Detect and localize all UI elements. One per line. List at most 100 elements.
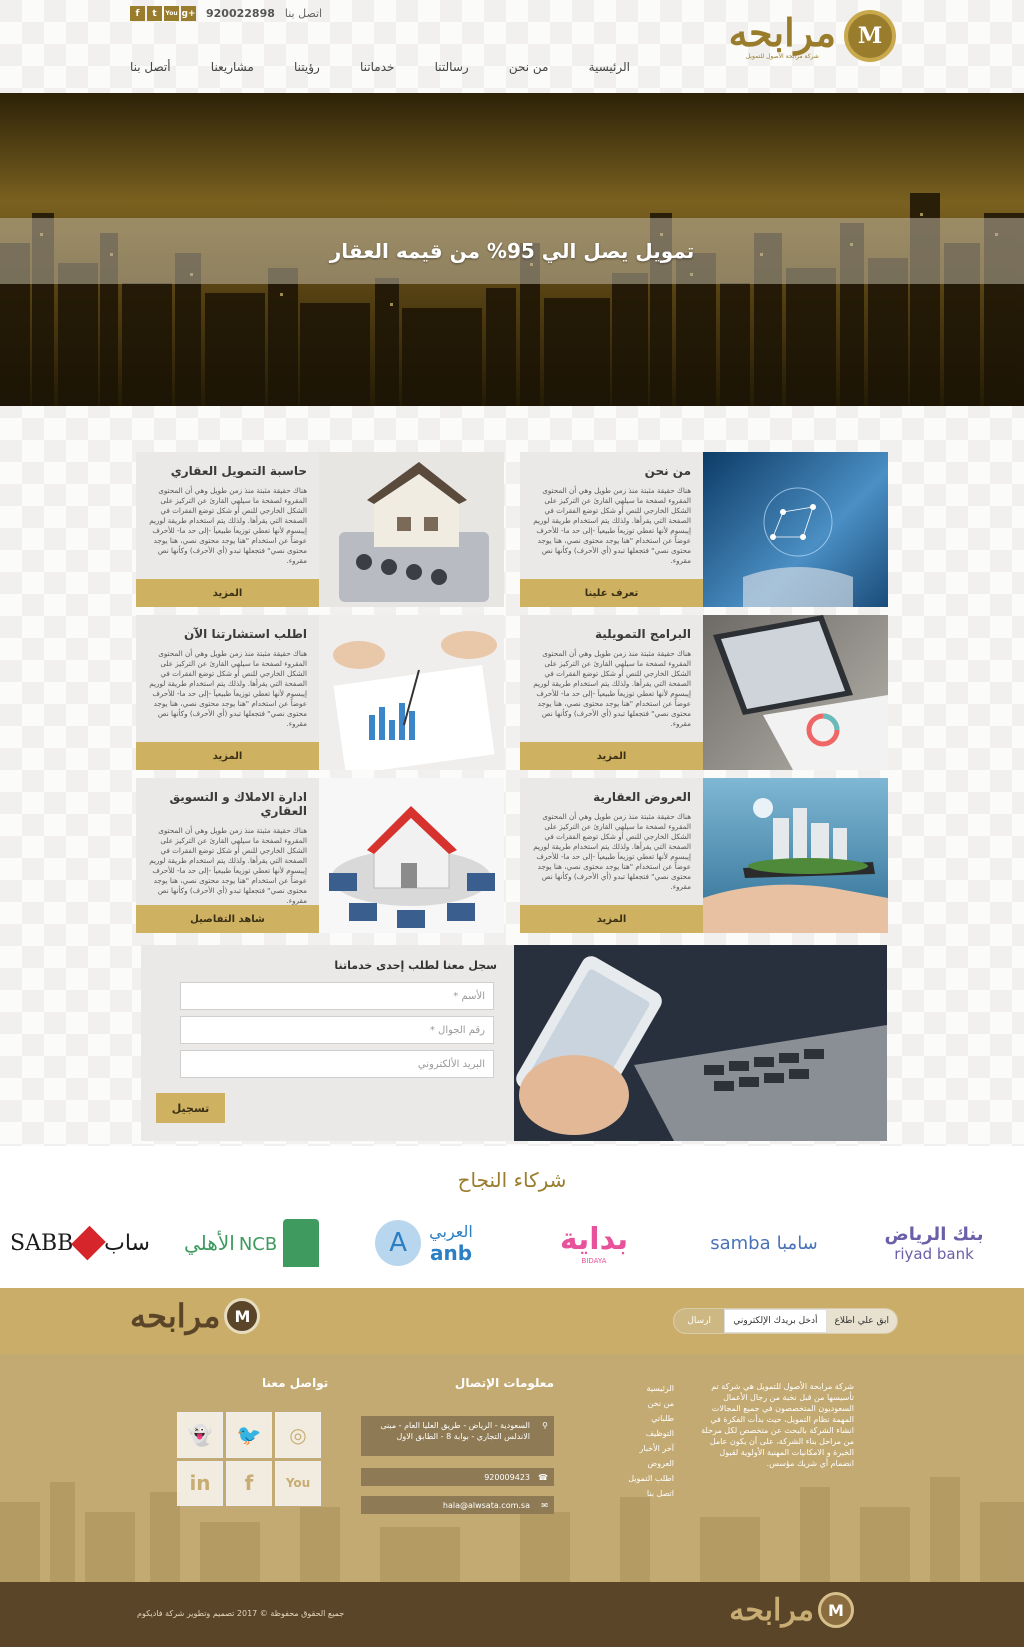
partner-logo-anb[interactable]: العربي anb A bbox=[364, 1212, 484, 1274]
site-header: مرابحه شركة مرابحة الأصول للتمويل M f t … bbox=[0, 0, 1024, 93]
card-title: البرامج التمويلية bbox=[594, 627, 691, 641]
twitter-icon[interactable]: 🐦 bbox=[226, 1412, 272, 1458]
card-button[interactable]: تعرف علينا bbox=[520, 579, 703, 607]
footer-link[interactable]: العروض bbox=[614, 1456, 674, 1471]
card-text: هناك حقيقة مثبتة منذ زمن طويل وهي أن الم… bbox=[533, 812, 691, 891]
newsletter-email-input[interactable]: أدخل بريدك الإلكتروني bbox=[724, 1309, 827, 1333]
footer-link[interactable]: آخر الأخبار bbox=[614, 1441, 674, 1456]
contact-info-title: معلومات الإتصال bbox=[454, 1376, 554, 1390]
location-icon: ⚲ bbox=[542, 1421, 548, 1430]
card-button[interactable]: المزيد bbox=[520, 742, 703, 770]
nav-item-vision[interactable]: رؤيتنا bbox=[294, 60, 320, 74]
email-input[interactable]: البريد الألكتروني bbox=[180, 1050, 494, 1078]
logo-mark-icon: M bbox=[844, 10, 896, 62]
logo-mark-icon: M bbox=[224, 1298, 261, 1334]
footer-link[interactable]: التوظيف bbox=[614, 1426, 674, 1441]
sabb-emblem-icon bbox=[71, 1225, 106, 1261]
youtube-icon[interactable]: You bbox=[275, 1460, 321, 1506]
copyright-bar: جميع الحقوق محفوظة © 2017 تصميم وتطوير ش… bbox=[0, 1582, 1024, 1647]
ncb-emblem-icon bbox=[283, 1219, 319, 1267]
newsletter-form: ابق علي اطلاع أدخل بريدك الإلكتروني ارسا… bbox=[673, 1308, 898, 1334]
card-title: العروض العقارية bbox=[593, 790, 691, 804]
card-text: هناك حقيقة مثبتة منذ زمن طويل وهي أن الم… bbox=[533, 486, 691, 565]
name-input[interactable]: الأسم * bbox=[180, 982, 494, 1010]
main-nav: الرئيسية من نحن رسالتنا خدماتنا رؤيتنا م… bbox=[130, 60, 630, 74]
card-text: هناك حقيقة مثبتة منذ زمن طويل وهي أن الم… bbox=[149, 486, 307, 565]
newsletter-send-button[interactable]: ارسال bbox=[674, 1309, 725, 1333]
nav-item-contact[interactable]: أتصل بنا bbox=[130, 60, 171, 74]
partner-logo-sabb[interactable]: SABB ساب bbox=[10, 1212, 150, 1274]
logo-tagline: شركة مرابحة الأصول للتمويل bbox=[745, 52, 819, 60]
card-image-meeting-documents bbox=[319, 615, 504, 770]
mobile-input[interactable]: رقم الجوال * bbox=[180, 1016, 494, 1044]
partners-section: شركاء النجاح بنك الرياض riyad bank سامبا… bbox=[0, 1146, 1024, 1288]
contact-address: ⚲ السعودية - الرياض - طريق العليا العام … bbox=[361, 1416, 554, 1456]
site-logo[interactable]: مرابحه شركة مرابحة الأصول للتمويل M bbox=[729, 10, 896, 62]
footer-link[interactable]: طلباتي bbox=[614, 1411, 674, 1426]
footer-link[interactable]: اتصل بنا bbox=[614, 1486, 674, 1501]
snapchat-icon[interactable]: 👻 bbox=[177, 1412, 223, 1458]
partner-logo-bidaya[interactable]: بداية BIDAYA bbox=[539, 1212, 649, 1274]
nav-item-home[interactable]: الرئيسية bbox=[589, 60, 630, 74]
facebook-icon[interactable]: f bbox=[226, 1460, 272, 1506]
facebook-icon[interactable]: f bbox=[130, 6, 145, 21]
form-image-phone-laptop bbox=[514, 945, 887, 1141]
card-image-house-laptops bbox=[319, 778, 504, 933]
card-button[interactable]: المزيد bbox=[520, 905, 703, 933]
header-social-icons: f t You g+ bbox=[130, 6, 196, 21]
envelope-icon: ✉ bbox=[541, 1501, 548, 1510]
footer-social-grid: 👻 🐦 ◎ in f You bbox=[177, 1412, 321, 1506]
partner-logo-riyad-bank[interactable]: بنك الرياض riyad bank bbox=[864, 1212, 1004, 1274]
googleplus-icon[interactable]: g+ bbox=[181, 6, 196, 21]
card-image-network bbox=[703, 452, 888, 607]
linkedin-icon[interactable]: in bbox=[177, 1460, 223, 1506]
partners-title: شركاء النجاح bbox=[457, 1168, 567, 1192]
partner-logo-ncb[interactable]: الأهلي NCB bbox=[184, 1212, 319, 1274]
top-contact-bar: f t You g+ 920022898 اتصل بنا bbox=[130, 6, 322, 21]
twitter-icon[interactable]: t bbox=[147, 6, 162, 21]
footer-link[interactable]: اطلب التمويل bbox=[614, 1471, 674, 1486]
register-button[interactable]: تسجيل bbox=[156, 1093, 225, 1123]
card-title: اطلب استشارتنا الآن bbox=[183, 627, 307, 641]
nav-item-projects[interactable]: مشاريعنا bbox=[211, 60, 254, 74]
card-title: من نحن bbox=[644, 464, 691, 478]
hero-caption-band: تمويل يصل الي 95% من قيمه العقار bbox=[0, 218, 1024, 284]
services-section: من نحن هناك حقيقة مثبتة منذ زمن طويل وهي… bbox=[0, 406, 1024, 1146]
card-button[interactable]: المزيد bbox=[136, 579, 319, 607]
bottom-logo[interactable]: مرابحه M bbox=[729, 1592, 854, 1628]
footer-logo[interactable]: مرابحه M bbox=[130, 1297, 261, 1335]
service-card-offers: العروض العقارية هناك حقيقة مثبتة منذ زمن… bbox=[520, 778, 888, 933]
nav-item-mission[interactable]: رسالتنا bbox=[435, 60, 469, 74]
copyright-text: جميع الحقوق محفوظة © 2017 تصميم وتطوير ش… bbox=[137, 1609, 345, 1618]
social-title: تواصل معنا bbox=[262, 1376, 329, 1390]
footer-links: الرئيسية من نحن طلباتي التوظيف آخر الأخب… bbox=[614, 1381, 674, 1501]
service-card-about: من نحن هناك حقيقة مثبتة منذ زمن طويل وهي… bbox=[520, 452, 888, 607]
nav-item-about[interactable]: من نحن bbox=[509, 60, 549, 74]
service-card-calculator: حاسبة التمويل العقاري هناك حقيقة مثبتة م… bbox=[136, 452, 504, 607]
footer-link[interactable]: من نحن bbox=[614, 1396, 674, 1411]
instagram-icon[interactable]: ◎ bbox=[275, 1412, 321, 1458]
nav-item-services[interactable]: خدماتنا bbox=[360, 60, 394, 74]
card-image-laptop-charts bbox=[703, 615, 888, 770]
card-title: ادارة الاملاك و التسويق العقاري bbox=[169, 790, 307, 818]
card-text: هناك حقيقة مثبتة منذ زمن طويل وهي أن الم… bbox=[533, 649, 691, 728]
contact-email[interactable]: ✉ hala@alwsata.com.sa bbox=[361, 1496, 554, 1514]
contact-phone[interactable]: ☎ 920009423 bbox=[361, 1468, 554, 1486]
card-image-house-calculator bbox=[319, 452, 504, 607]
partner-logo-samba[interactable]: سامبا samba bbox=[699, 1212, 829, 1274]
header-phone[interactable]: 920022898 bbox=[206, 7, 275, 20]
logo-text: مرابحه bbox=[728, 9, 836, 55]
service-card-consultation: اطلب استشارتنا الآن هناك حقيقة مثبتة منذ… bbox=[136, 615, 504, 770]
site-footer: شركة مرابحة الأصول للتمويل هي شركة تم تأ… bbox=[0, 1354, 1024, 1582]
newsletter-label: ابق علي اطلاع bbox=[834, 1316, 890, 1326]
footer-about-text: شركة مرابحة الأصول للتمويل هي شركة تم تأ… bbox=[701, 1382, 854, 1468]
card-button[interactable]: المزيد bbox=[136, 742, 319, 770]
service-card-programs: البرامج التمويلية هناك حقيقة مثبتة منذ ز… bbox=[520, 615, 888, 770]
header-contact-label: اتصل بنا bbox=[284, 7, 323, 20]
card-title: حاسبة التمويل العقاري bbox=[170, 464, 307, 478]
card-button[interactable]: شاهد التفاصيل bbox=[136, 905, 319, 933]
youtube-icon[interactable]: You bbox=[164, 6, 179, 21]
phone-icon: ☎ bbox=[538, 1473, 548, 1482]
logo-mark-icon: M bbox=[818, 1592, 854, 1628]
footer-link[interactable]: الرئيسية bbox=[614, 1381, 674, 1396]
